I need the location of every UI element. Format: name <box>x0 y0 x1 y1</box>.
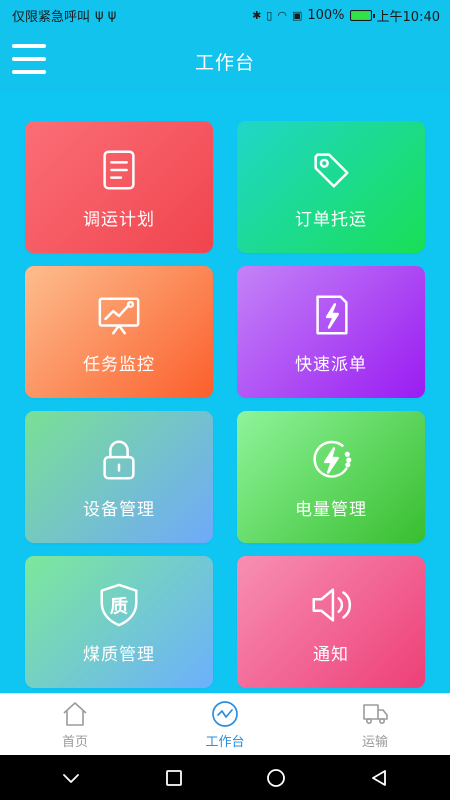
tile-dispatch-plan[interactable]: 调运计划 <box>25 121 213 253</box>
status-bar: 仅限紧急呼叫 ψ ψ ✱ ▯ ◠ ▣ 100% 上午10:40 <box>0 0 450 30</box>
tab-home[interactable]: 首页 <box>0 694 150 755</box>
nav-collapse-button[interactable] <box>51 758 91 798</box>
tile-label: 设备管理 <box>83 500 155 520</box>
bluetooth-icon: ✱ <box>252 8 262 22</box>
lightning-circle-icon <box>313 440 352 478</box>
app-bar: 工作台 <box>0 30 450 92</box>
nav-home-button[interactable] <box>256 758 296 798</box>
page-title: 工作台 <box>194 51 255 74</box>
chevron-down-icon <box>63 773 80 783</box>
home-icon <box>63 701 87 726</box>
hamburger-menu-icon[interactable] <box>12 44 46 74</box>
tab-label: 首页 <box>61 734 88 750</box>
tile-task-monitor[interactable]: 任务监控 <box>25 266 213 398</box>
tab-label: 工作台 <box>205 734 245 750</box>
vibrate-icon: ▯ <box>266 8 273 22</box>
nav-recents-button[interactable] <box>154 758 194 798</box>
pulse-circle-icon <box>212 700 238 727</box>
bottom-tabbar: 首页 工作台 运输 <box>0 693 450 755</box>
tile-label: 快速派单 <box>295 355 367 375</box>
tile-power-manage[interactable]: 电量管理 <box>237 411 425 543</box>
speaker-icon <box>312 588 352 622</box>
circle-icon <box>267 768 286 787</box>
tab-label: 运输 <box>361 734 388 750</box>
tag-icon <box>314 153 349 188</box>
status-right: ✱ ▯ ◠ ▣ 100% 上午10:40 <box>252 6 440 25</box>
tile-label: 电量管理 <box>295 500 367 520</box>
tile-quick-dispatch[interactable]: 快速派单 <box>237 266 425 398</box>
tile-notification[interactable]: 通知 <box>237 556 425 688</box>
nav-back-button[interactable] <box>359 758 399 798</box>
monitor-chart-icon <box>98 297 140 335</box>
tab-workbench[interactable]: 工作台 <box>150 694 300 755</box>
truck-icon <box>363 703 388 724</box>
tile-label: 调运计划 <box>83 210 155 230</box>
clock: 上午10:40 <box>376 9 440 25</box>
document-list-icon <box>103 150 135 190</box>
tile-label: 任务监控 <box>83 355 155 375</box>
tab-transport[interactable]: 运输 <box>300 694 450 755</box>
lock-icon <box>103 440 135 480</box>
tile-label: 订单托运 <box>295 210 367 230</box>
status-left: 仅限紧急呼叫 ψ ψ <box>12 6 116 25</box>
square-icon <box>165 769 182 786</box>
quality-shield-icon: 质 <box>100 583 138 627</box>
tile-order-consign[interactable]: 订单托运 <box>237 121 425 253</box>
sim-icon: ▣ <box>291 8 303 22</box>
system-nav-bar <box>0 755 450 800</box>
battery-percent: 100% <box>307 7 345 23</box>
tile-label: 通知 <box>313 645 349 665</box>
quality-glyph: 质 <box>110 597 128 618</box>
lightning-document-icon <box>316 295 348 335</box>
tile-label: 煤质管理 <box>83 645 155 665</box>
workbench-grid: 调运计划 订单托运 任务监控 快速派单 设备管理 电量管理 质 煤质管理 通知 <box>0 92 450 693</box>
carrier-text: 仅限紧急呼叫 <box>12 9 91 25</box>
battery-icon <box>349 9 375 21</box>
tile-coal-quality[interactable]: 质 煤质管理 <box>25 556 213 688</box>
usb-icon: ψ ψ <box>95 7 117 23</box>
tile-device-manage[interactable]: 设备管理 <box>25 411 213 543</box>
back-triangle-icon <box>371 769 386 786</box>
wifi-icon: ◠ <box>277 8 287 22</box>
